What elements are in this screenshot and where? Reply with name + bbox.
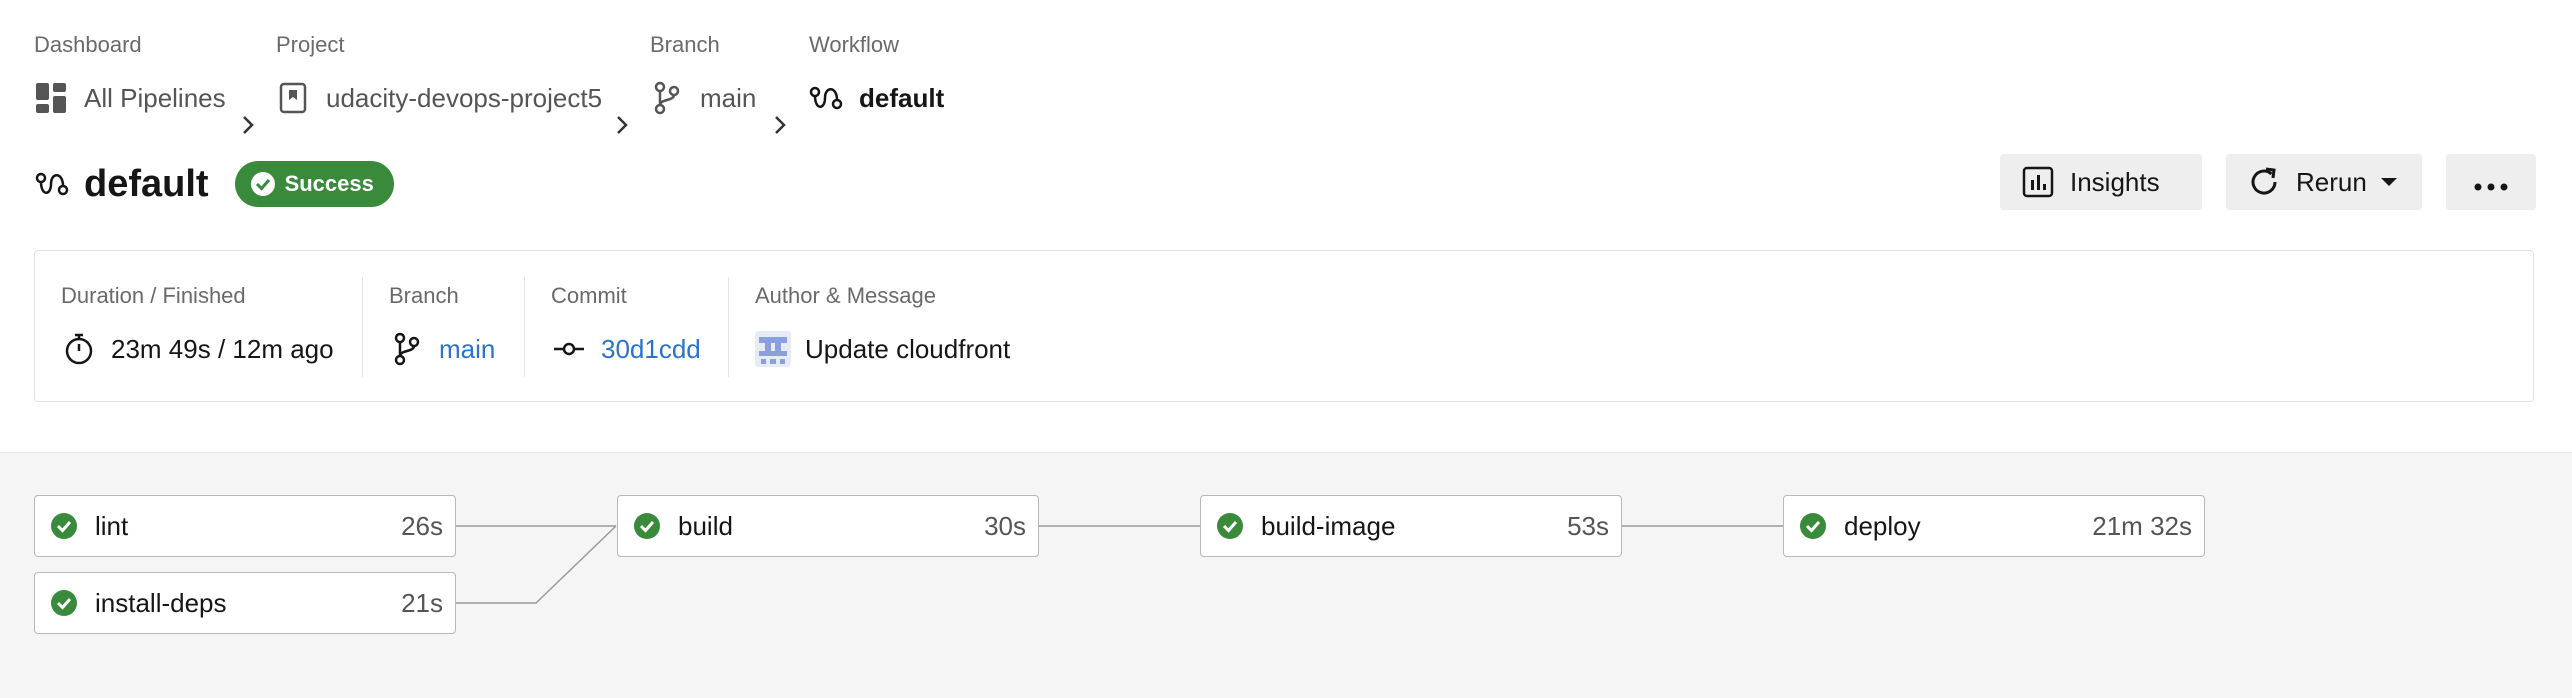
duration-label: Duration / Finished xyxy=(61,283,246,308)
job-name: lint xyxy=(95,510,129,541)
branch-icon xyxy=(650,81,684,115)
breadcrumb-label: Branch xyxy=(650,32,720,57)
rerun-button[interactable]: Rerun xyxy=(2226,154,2422,210)
insights-button-label: Insights xyxy=(2070,166,2160,197)
insights-button[interactable]: Insights xyxy=(2000,154,2202,210)
header-actions: Insights Rerun xyxy=(2000,154,2536,210)
commit-section: Commit 30d1cdd xyxy=(525,277,729,377)
commit-icon xyxy=(551,331,587,367)
breadcrumb-branch[interactable]: Branch main xyxy=(650,30,756,120)
author-label: Author & Message xyxy=(755,283,936,308)
workflow-icon xyxy=(34,166,70,202)
check-circle-icon xyxy=(632,511,662,541)
breadcrumb-label: Workflow xyxy=(809,32,900,57)
chevron-right-icon xyxy=(238,108,258,142)
breadcrumb: Dashboard All Pipelines Project udacity-… xyxy=(34,30,1034,134)
pipeline-info-card: Duration / Finished 23m 49s / 12m ago Br… xyxy=(34,250,2534,402)
branch-link[interactable]: main xyxy=(439,334,495,365)
breadcrumb-project[interactable]: Project udacity-devops-project5 xyxy=(276,30,602,120)
chevron-right-icon xyxy=(612,108,632,142)
job-lint[interactable]: lint 26s xyxy=(34,495,456,557)
job-duration: 30s xyxy=(984,510,1026,541)
dashboard-icon xyxy=(34,81,68,115)
check-circle-icon xyxy=(249,170,277,198)
job-build[interactable]: build 30s xyxy=(617,495,1039,557)
job-build-image[interactable]: build-image 53s xyxy=(1200,495,1622,557)
author-avatar xyxy=(755,331,791,367)
check-circle-icon xyxy=(1215,511,1245,541)
page-header: default Success xyxy=(34,158,394,210)
bar-chart-icon xyxy=(2020,164,2056,200)
branch-icon xyxy=(389,331,425,367)
commit-link[interactable]: 30d1cdd xyxy=(601,334,701,365)
workflow-graph: lint 26s install-deps 21s build 30s buil… xyxy=(0,452,2572,698)
check-circle-icon xyxy=(49,511,79,541)
breadcrumb-workflow[interactable]: Workflow default xyxy=(809,30,944,120)
stopwatch-icon xyxy=(61,331,97,367)
author-section: Author & Message Update cloudfront xyxy=(729,277,1129,377)
caret-down-icon[interactable] xyxy=(2380,178,2397,186)
breadcrumb-project-name[interactable]: udacity-devops-project5 xyxy=(326,83,602,114)
duration-section: Duration / Finished 23m 49s / 12m ago xyxy=(35,277,363,377)
job-duration: 26s xyxy=(401,510,443,541)
breadcrumb-workflow-name[interactable]: default xyxy=(859,83,944,114)
chevron-right-icon xyxy=(770,108,790,142)
breadcrumb-label: Dashboard xyxy=(34,32,142,57)
more-options-button[interactable] xyxy=(2446,154,2536,210)
job-name: build xyxy=(678,510,733,541)
branch-section: Branch main xyxy=(363,277,525,377)
job-name: build-image xyxy=(1261,510,1396,541)
duration-value: 23m 49s / 12m ago xyxy=(111,333,334,364)
job-duration: 21s xyxy=(401,587,443,618)
page-title: default xyxy=(84,162,209,205)
workflow-icon xyxy=(809,81,843,115)
project-icon xyxy=(276,81,310,115)
job-deploy[interactable]: deploy 21m 32s xyxy=(1783,495,2205,557)
check-circle-icon xyxy=(49,588,79,618)
breadcrumb-dashboard[interactable]: Dashboard All Pipelines xyxy=(34,30,226,120)
connector-install-build xyxy=(456,525,617,604)
check-circle-icon xyxy=(1798,511,1828,541)
commit-message: Update cloudfront xyxy=(805,333,1011,364)
job-install-deps[interactable]: install-deps 21s xyxy=(34,572,456,634)
status-badge: Success xyxy=(234,161,394,207)
job-name: install-deps xyxy=(95,587,227,618)
rerun-button-label: Rerun xyxy=(2296,166,2367,197)
branch-label: Branch xyxy=(389,283,459,308)
commit-label: Commit xyxy=(551,283,627,308)
more-horizontal-icon xyxy=(2474,167,2508,198)
breadcrumb-branch-name[interactable]: main xyxy=(700,83,756,114)
status-badge-label: Success xyxy=(284,171,374,196)
breadcrumb-all-pipelines[interactable]: All Pipelines xyxy=(84,83,226,114)
refresh-icon xyxy=(2246,164,2282,200)
job-name: deploy xyxy=(1844,510,1921,541)
job-duration: 21m 32s xyxy=(2092,510,2192,541)
breadcrumb-label: Project xyxy=(276,32,345,57)
job-duration: 53s xyxy=(1567,510,1609,541)
